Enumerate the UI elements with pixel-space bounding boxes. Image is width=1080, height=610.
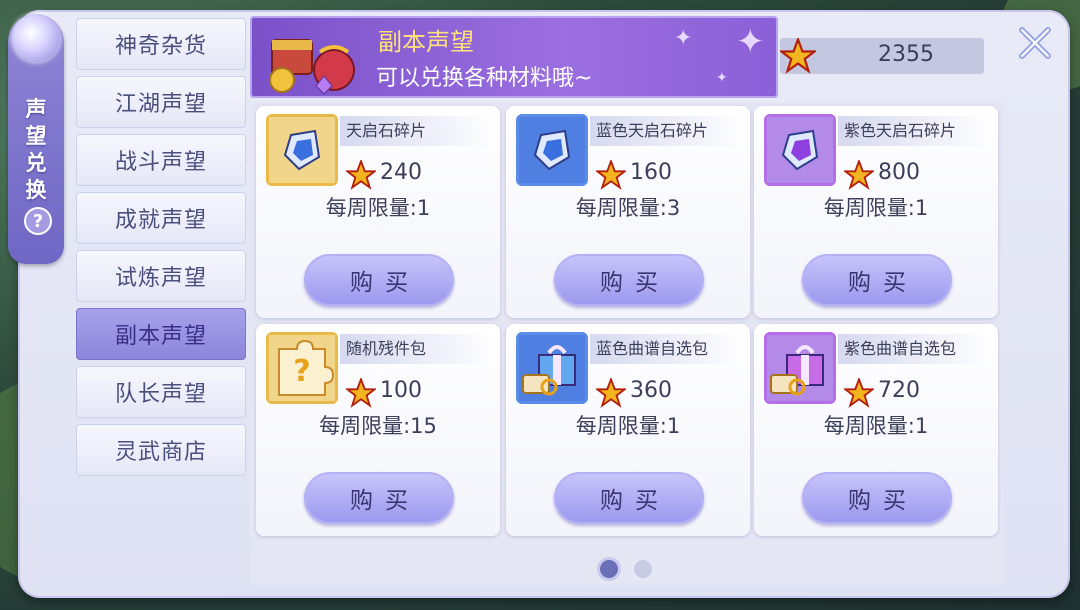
star-icon bbox=[780, 38, 816, 74]
shop-item-card: 天启石碎片 240 每周限量:1 购买 bbox=[256, 106, 500, 318]
category-tab[interactable]: 江湖声望 bbox=[76, 76, 246, 128]
category-tab[interactable]: 神奇杂货 bbox=[76, 18, 246, 70]
item-price: 720 bbox=[878, 378, 920, 403]
buy-button[interactable]: 购买 bbox=[304, 472, 454, 524]
item-weekly-limit: 每周限量:15 bbox=[319, 414, 437, 438]
svg-text:?: ? bbox=[293, 354, 310, 389]
item-price: 240 bbox=[380, 160, 422, 185]
purple-crystal-fragment-icon[interactable] bbox=[764, 114, 836, 186]
item-weekly-limit: 每周限量:1 bbox=[823, 196, 929, 220]
item-weekly-limit: 每周限量:1 bbox=[325, 196, 431, 220]
item-weekly-limit: 每周限量:1 bbox=[823, 414, 929, 438]
star-icon bbox=[842, 376, 876, 412]
item-price: 160 bbox=[630, 160, 672, 185]
star-icon bbox=[344, 158, 378, 194]
puzzle-pack-icon[interactable]: ? bbox=[266, 332, 338, 404]
category-tab[interactable]: 队长声望 bbox=[76, 366, 246, 418]
category-tab[interactable]: 战斗声望 bbox=[76, 134, 246, 186]
buy-button[interactable]: 购买 bbox=[304, 254, 454, 306]
shop-item-card: 蓝色曲谱自选包 360 每周限量:1 购买 bbox=[506, 324, 750, 536]
star-icon bbox=[594, 376, 628, 412]
star-icon bbox=[842, 158, 876, 194]
blue-gift-box-icon[interactable] bbox=[516, 332, 588, 404]
shop-item-card: 紫色天启石碎片 800 每周限量:1 购买 bbox=[754, 106, 998, 318]
item-name: 随机残件包 bbox=[340, 334, 490, 364]
banner-title: 副本声望 bbox=[378, 28, 474, 56]
item-name: 紫色曲谱自选包 bbox=[838, 334, 988, 364]
item-name: 蓝色曲谱自选包 bbox=[590, 334, 740, 364]
treasure-chest-icon bbox=[269, 39, 355, 95]
item-price: 360 bbox=[630, 378, 672, 403]
side-tab-title: 声望兑换 bbox=[25, 97, 47, 202]
category-tab[interactable]: 成就声望 bbox=[76, 192, 246, 244]
item-price: 100 bbox=[380, 378, 422, 403]
category-tab[interactable]: 灵武商店 bbox=[76, 424, 246, 476]
item-price: 800 bbox=[878, 160, 920, 185]
star-icon bbox=[594, 158, 628, 194]
item-name: 天启石碎片 bbox=[340, 116, 490, 146]
star-icon bbox=[344, 376, 378, 412]
item-name: 蓝色天启石碎片 bbox=[590, 116, 740, 146]
buy-button[interactable]: 购买 bbox=[802, 472, 952, 524]
close-icon[interactable] bbox=[1014, 22, 1056, 64]
page-dot-1[interactable] bbox=[600, 560, 618, 578]
item-name: 紫色天启石碎片 bbox=[838, 116, 988, 146]
category-tab[interactable]: 副本声望 bbox=[76, 308, 246, 360]
shop-item-card: ? 随机残件包 100 每周限量:15 购买 bbox=[256, 324, 500, 536]
category-tab[interactable]: 试炼声望 bbox=[76, 250, 246, 302]
sparkle-icon: ✦ bbox=[674, 26, 693, 51]
item-weekly-limit: 每周限量:1 bbox=[575, 414, 681, 438]
item-weekly-limit: 每周限量:3 bbox=[575, 196, 681, 220]
help-button[interactable]: ? bbox=[24, 207, 52, 235]
sparkle-icon: ✦ bbox=[716, 70, 728, 86]
currency-value: 2355 bbox=[878, 42, 934, 67]
buy-button[interactable]: 购买 bbox=[554, 254, 704, 306]
page-dot-2[interactable] bbox=[634, 560, 652, 578]
buy-button[interactable]: 购买 bbox=[802, 254, 952, 306]
buy-button[interactable]: 购买 bbox=[554, 472, 704, 524]
crystal-fragment-icon[interactable] bbox=[266, 114, 338, 186]
shop-item-card: 蓝色天启石碎片 160 每周限量:3 购买 bbox=[506, 106, 750, 318]
blue-crystal-fragment-icon[interactable] bbox=[516, 114, 588, 186]
shop-item-card: 紫色曲谱自选包 720 每周限量:1 购买 bbox=[754, 324, 998, 536]
moon-orb-icon bbox=[12, 14, 60, 62]
sparkle-icon: ✦ bbox=[736, 22, 765, 62]
banner-subtitle: 可以兑换各种材料哦~ bbox=[376, 66, 593, 91]
purple-gift-box-icon[interactable] bbox=[764, 332, 836, 404]
